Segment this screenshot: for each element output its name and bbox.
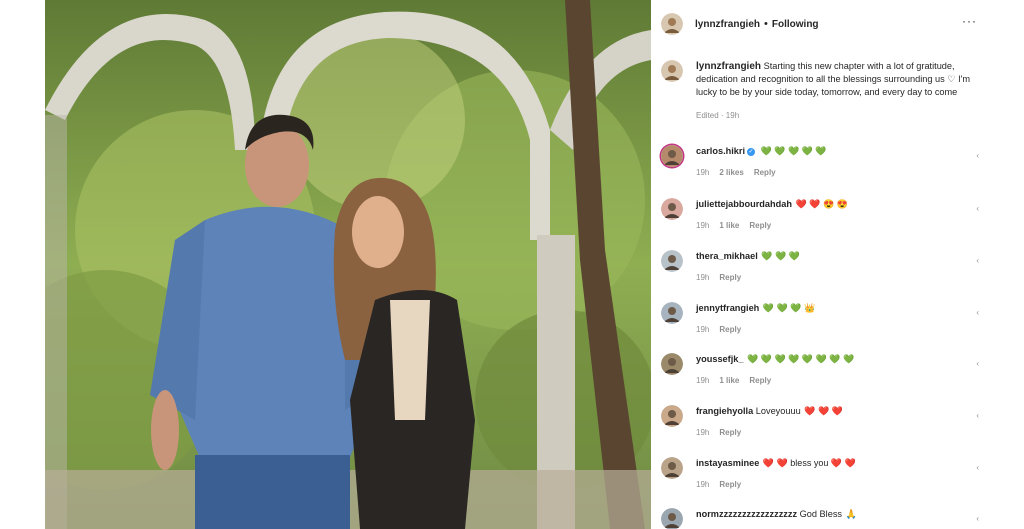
comment-time: 19h xyxy=(696,428,710,437)
comment-row: youssefjk_ 💚 💚 💚 💚 💚 💚 💚 💚 19h 1 like Reply… xyxy=(661,353,979,385)
comment-row: instayasminee ❤️ ❤️ bless you ❤️ ❤️ 19h Re… xyxy=(661,457,979,489)
following-button[interactable]: Following xyxy=(772,19,819,30)
heart-outline-icon[interactable]: ‹ xyxy=(976,308,979,317)
commenter-username[interactable]: thera_mikhael xyxy=(696,251,758,261)
commenter-username[interactable]: carlos.hikri xyxy=(696,146,745,156)
comment-likes[interactable]: 1 like xyxy=(719,376,739,385)
comment-row: frangiehyolla Loveyouuu ❤️ ❤️ ❤️ 19h Reply… xyxy=(661,405,979,437)
heart-outline-icon[interactable]: ‹ xyxy=(976,256,979,265)
couple-photo xyxy=(45,0,651,529)
comment-text: Loveyouuu xyxy=(755,406,801,416)
comment-likes[interactable]: 1 like xyxy=(719,221,739,230)
commenter-avatar[interactable] xyxy=(661,405,683,427)
comment-emoji: 🙏 xyxy=(845,509,857,519)
header-separator: • xyxy=(764,18,768,30)
heart-outline-icon[interactable]: ‹ xyxy=(976,463,979,472)
instagram-post-modal: lynnzfrangieh • Following ··· lynnzfrang… xyxy=(0,0,1024,529)
reply-button[interactable]: Reply xyxy=(749,376,771,385)
caption-username[interactable]: lynnzfrangieh xyxy=(696,61,761,72)
comment-emoji: 💚 💚 💚 👑 xyxy=(762,303,816,313)
commenter-avatar[interactable] xyxy=(661,353,683,375)
commenter-avatar[interactable] xyxy=(661,302,683,324)
comment-time: 19h xyxy=(696,273,710,282)
commenter-avatar[interactable] xyxy=(661,457,683,479)
heart-outline-icon[interactable]: ‹ xyxy=(976,151,979,160)
commenter-avatar[interactable] xyxy=(661,508,683,529)
comment-likes[interactable]: 2 likes xyxy=(719,168,743,177)
more-icon[interactable]: ··· xyxy=(962,14,977,28)
comment-emoji: 💚 💚 💚 💚 💚 💚 💚 💚 xyxy=(747,354,855,364)
comment-row: normzzzzzzzzzzzzzzzzz God Bless 🙏 ‹ xyxy=(661,508,979,529)
comment-meta: 19h 1 like Reply xyxy=(696,376,966,385)
comment-emoji: ❤️ ❤️ 😍 😍 xyxy=(795,199,848,209)
commenter-avatar[interactable] xyxy=(661,145,683,167)
commenter-avatar[interactable] xyxy=(661,198,683,220)
reply-button[interactable]: Reply xyxy=(719,428,741,437)
author-username[interactable]: lynnzfrangieh xyxy=(695,19,760,30)
comment-meta: 19h 2 likes Reply xyxy=(696,168,966,177)
heart-outline-icon[interactable]: ‹ xyxy=(976,411,979,420)
reply-button[interactable]: Reply xyxy=(754,168,776,177)
comments-panel: lynnzfrangieh • Following ··· lynnzfrang… xyxy=(651,0,981,529)
heart-outline-icon[interactable]: ‹ xyxy=(976,514,979,523)
comment-meta: 19h Reply xyxy=(696,480,966,489)
comment-text: God Bless xyxy=(799,509,843,519)
post-photo[interactable] xyxy=(45,0,651,529)
commenter-username[interactable]: instayasminee xyxy=(696,458,759,468)
comment-row: jennytfrangieh 💚 💚 💚 👑 19h Reply ‹ xyxy=(661,302,979,334)
commenter-username[interactable]: frangiehyolla xyxy=(696,406,753,416)
reply-button[interactable]: Reply xyxy=(719,273,741,282)
comment-time: 19h xyxy=(696,480,710,489)
comment-row: carlos.hikri ✓ 💚 💚 💚 💚 💚 19h 2 likes Reply ‹ xyxy=(661,145,979,177)
comment-time: 19h xyxy=(696,376,710,385)
post-caption: lynnzfrangieh Starting this new chapter … xyxy=(661,60,979,122)
commenter-username[interactable]: jennytfrangieh xyxy=(696,303,759,313)
reply-button[interactable]: Reply xyxy=(749,221,771,230)
heart-outline-icon[interactable]: ‹ xyxy=(976,359,979,368)
commenter-username[interactable]: juliettejabbourdahdah xyxy=(696,199,792,209)
comment-time: 19h xyxy=(696,168,710,177)
post-header: lynnzfrangieh • Following ··· xyxy=(651,0,981,48)
verified-badge-icon: ✓ xyxy=(747,147,756,156)
comment-time: 19h xyxy=(696,221,710,230)
comment-meta: 19h 1 like Reply xyxy=(696,221,966,230)
reply-button[interactable]: Reply xyxy=(719,480,741,489)
commenter-username[interactable]: normzzzzzzzzzzzzzzzzz xyxy=(696,509,797,519)
comment-emoji: 💚 💚 💚 xyxy=(761,251,800,261)
comment-time: 19h xyxy=(696,325,710,334)
author-avatar[interactable] xyxy=(661,13,683,35)
comment-emoji: ❤️ ❤️ ❤️ xyxy=(804,406,843,416)
commenter-username[interactable]: youssefjk_ xyxy=(696,354,744,364)
comment-row: thera_mikhael 💚 💚 💚 19h Reply ‹ xyxy=(661,250,979,282)
reply-button[interactable]: Reply xyxy=(719,325,741,334)
heart-outline-icon[interactable]: ‹ xyxy=(976,204,979,213)
comment-meta: 19h Reply xyxy=(696,273,966,282)
comment-emoji: ❤️ ❤️ bless you ❤️ ❤️ xyxy=(762,458,856,468)
comment-meta: 19h Reply xyxy=(696,428,966,437)
caption-meta: Edited · 19h xyxy=(696,111,740,121)
caption-avatar[interactable] xyxy=(661,60,683,82)
commenter-avatar[interactable] xyxy=(661,250,683,272)
comment-emoji: 💚 💚 💚 💚 💚 xyxy=(760,146,827,156)
comment-meta: 19h Reply xyxy=(696,325,966,334)
comment-row: juliettejabbourdahdah ❤️ ❤️ 😍 😍 19h 1 like… xyxy=(661,198,979,230)
